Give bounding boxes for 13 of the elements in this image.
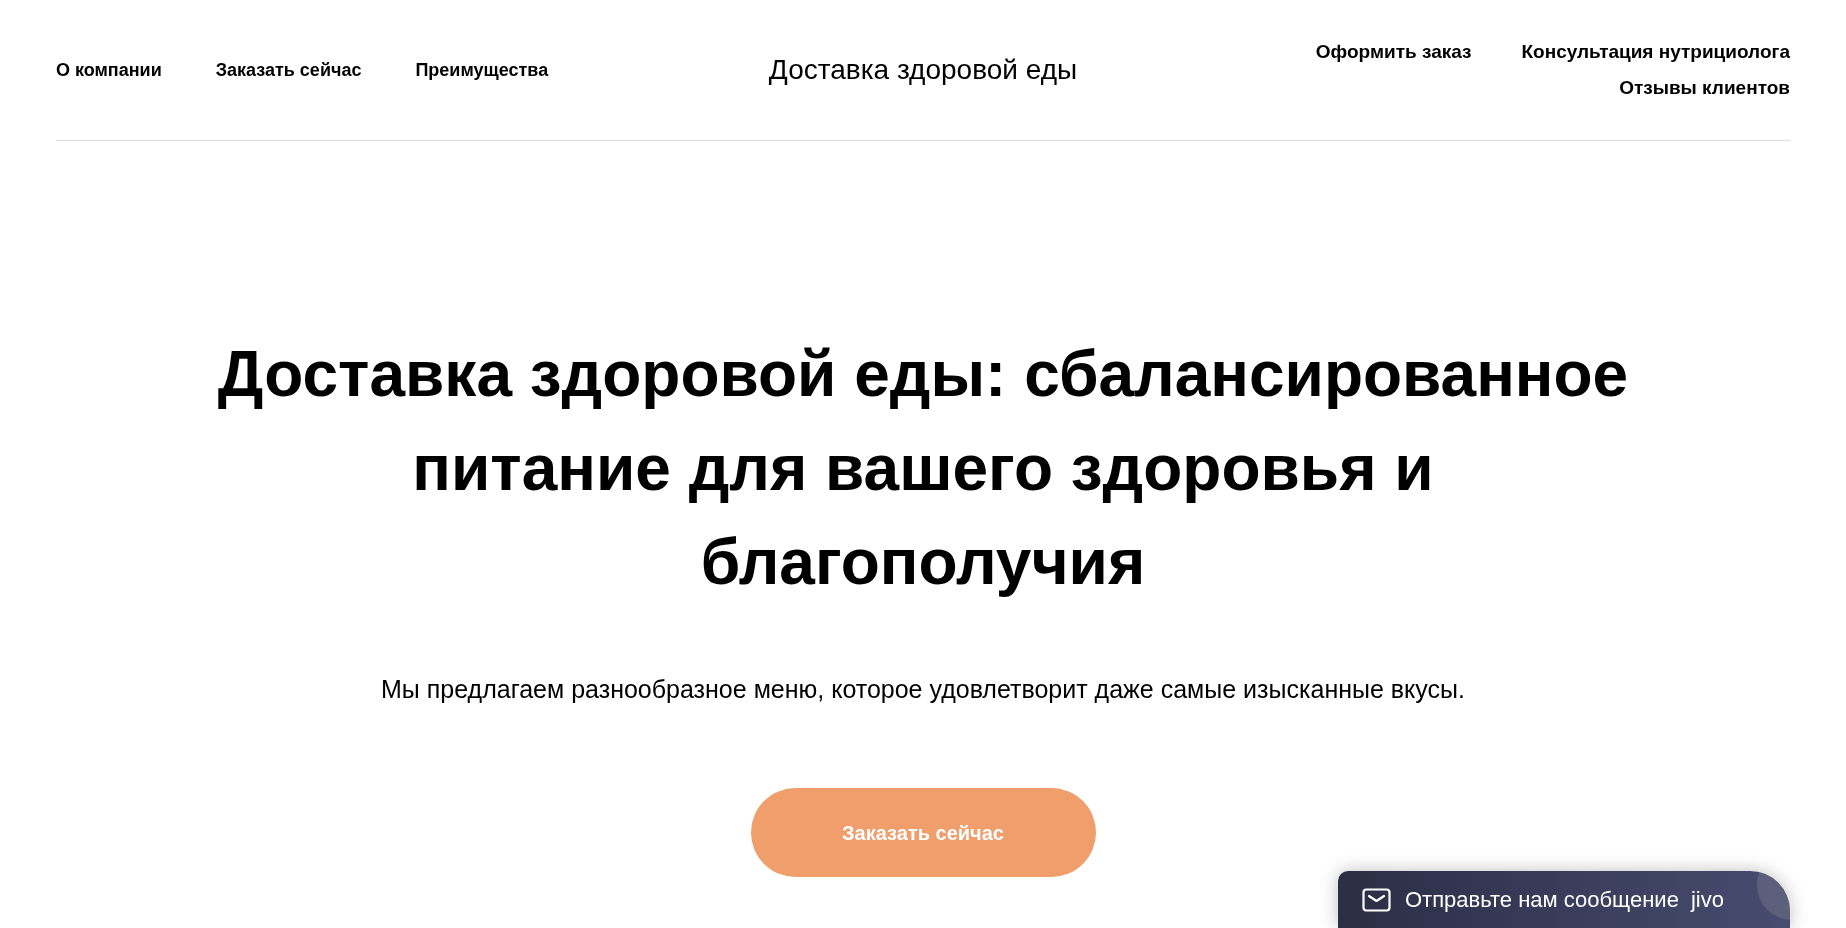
site-title[interactable]: Доставка здоровой еды [752,52,1094,88]
nav-link[interactable]: О компании [56,58,162,82]
nav-link[interactable]: Отзывы клиентов [1619,76,1790,100]
nav-link[interactable]: Оформить заказ [1315,40,1472,64]
logo-text: jivo [1690,885,1724,914]
chat-label: Отправьте нам сообщение [1405,885,1679,914]
nav-link[interactable]: Преимущества [415,58,549,82]
chat-widget[interactable]: Отправьте нам сообщение jivo [1338,871,1790,928]
nav-link[interactable]: Заказать сейчас [215,58,362,82]
hero-headline: Доставка здоровой еды: сбалансированное питание для вашего здоровья и благополучия [216,337,1630,600]
nav-link[interactable]: Консультация нутрициолога [1521,40,1790,64]
hero-subtitle: Мы предлагаем разнообразное меню, которое удовлетворит даже самые изысканные вкусы. [381,674,1465,705]
mail-icon [1362,887,1391,912]
